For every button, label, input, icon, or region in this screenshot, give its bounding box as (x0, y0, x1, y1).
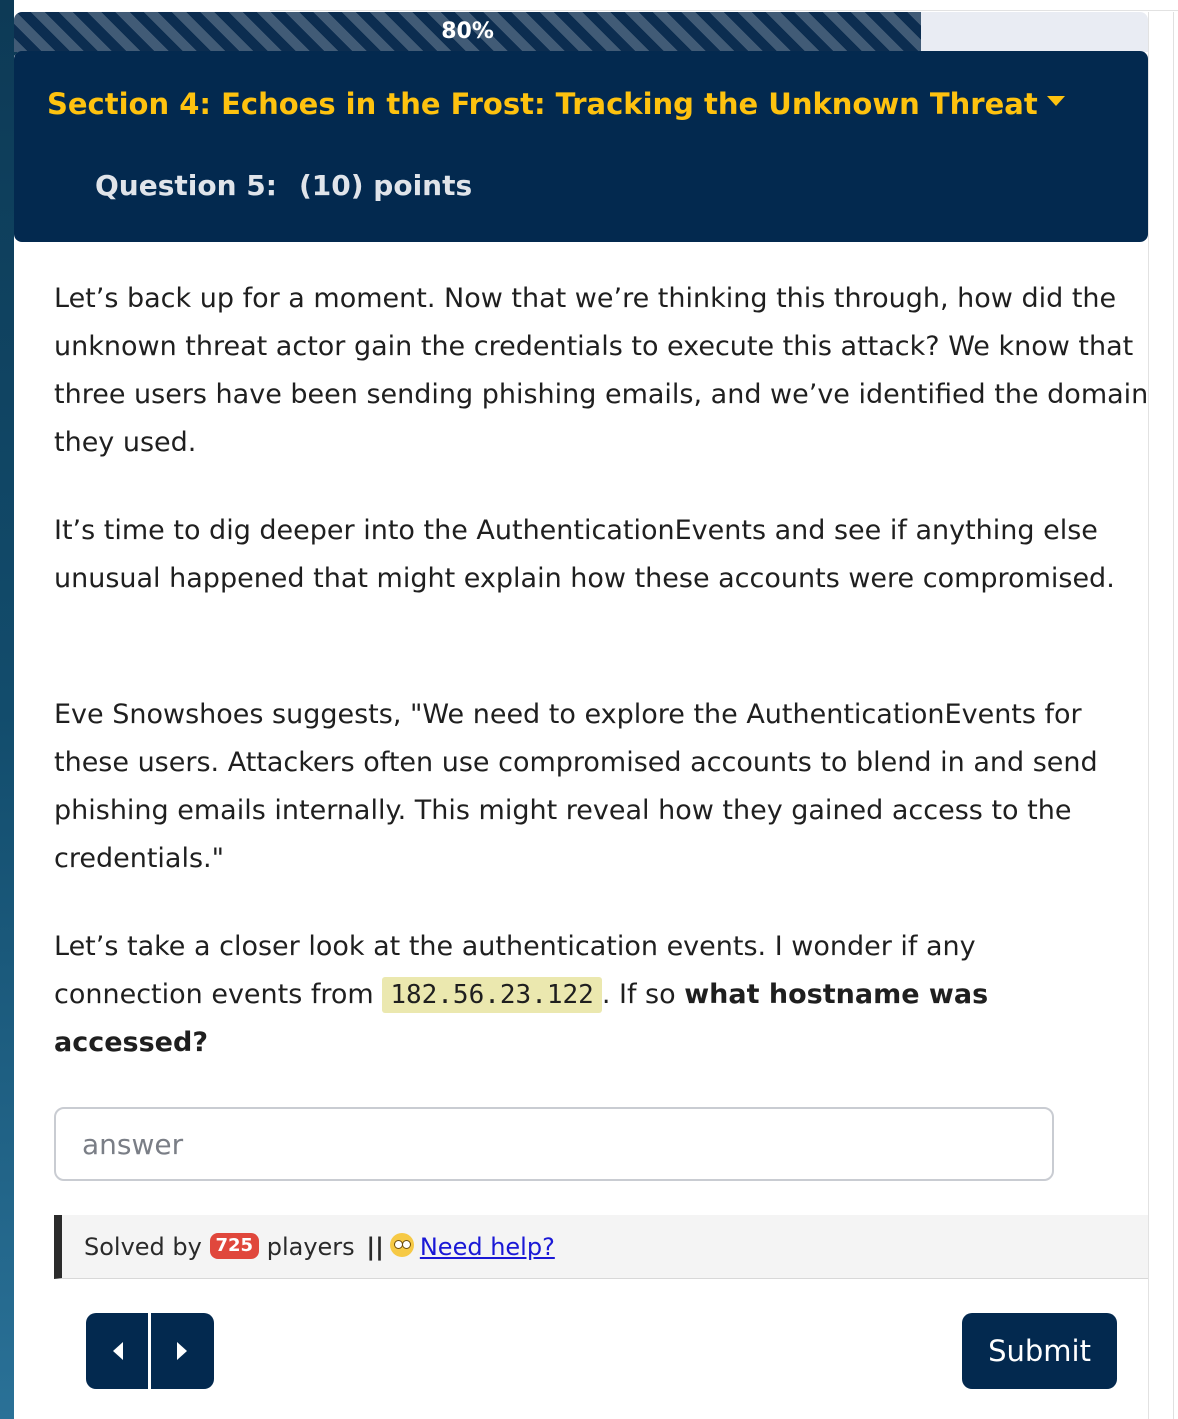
need-help-link[interactable]: Need help? (389, 1233, 555, 1261)
left-edge-strip (0, 0, 20, 1419)
section-title: Section 4: Echoes in the Frost: Tracking… (47, 87, 1038, 121)
paragraph-dig-deeper: It’s time to dig deeper into the Authent… (54, 515, 1115, 594)
solved-suffix: players (266, 1233, 355, 1261)
paragraph-eve-quote: Eve Snowshoes suggests, "We need to expl… (54, 699, 1098, 874)
question-points: (10) points (298, 169, 473, 202)
question-number: Question 5: (10) points (95, 169, 472, 202)
solved-count-badge: 725 (209, 1233, 260, 1259)
paragraph-question: Let’s take a closer look at the authenti… (54, 923, 1044, 1067)
question-label: Question 5: (95, 169, 277, 202)
nav-divider (148, 1313, 151, 1389)
top-border-line (270, 10, 1178, 11)
caret-down-icon (1046, 96, 1065, 106)
question-header: Section 4: Echoes in the Frost: Tracking… (14, 51, 1148, 242)
need-help-label: Need help? (419, 1233, 555, 1261)
solved-bar: Solved by 725 players || Need help? (54, 1215, 1148, 1279)
submit-button[interactable]: Submit (962, 1313, 1117, 1389)
next-question-button[interactable] (150, 1313, 214, 1389)
question-text-mid: . If so (601, 979, 685, 1010)
ip-address-code: 182.56.23.122 (382, 977, 602, 1013)
section-dropdown[interactable]: Section 4: Echoes in the Frost: Tracking… (47, 87, 1065, 121)
progress-bar: 80% (14, 12, 1148, 52)
paragraph-intro: Let’s back up for a moment. Now that we’… (54, 283, 1149, 458)
separator: || (366, 1233, 384, 1261)
progress-label: 80% (441, 19, 494, 44)
solved-prefix: Solved by (84, 1233, 202, 1261)
answer-input[interactable] (54, 1107, 1054, 1181)
question-card: Let’s back up for a moment. Now that we’… (18, 275, 1148, 1419)
confused-face-icon (389, 1233, 414, 1257)
previous-question-button[interactable] (86, 1313, 150, 1389)
